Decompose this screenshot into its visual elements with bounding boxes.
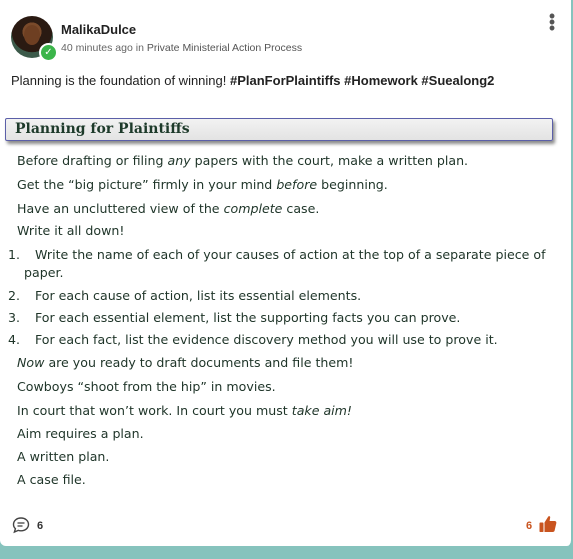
body-line: Get the “big picture” firmly in your min… [17, 177, 388, 192]
in-word: in [135, 42, 144, 54]
body-line: Aim requires a plan. [17, 426, 144, 441]
list-item: 4. For each fact, list the evidence disco… [8, 332, 498, 347]
body-line: A case file. [17, 472, 86, 487]
avatar-face [24, 25, 40, 45]
author-name[interactable]: MalikaDulce [61, 22, 136, 37]
list-item: 2. For each cause of action, list its ess… [8, 288, 362, 303]
comment-bubble-icon[interactable] [12, 516, 30, 534]
verified-check-icon: ✓ [39, 43, 58, 62]
body-line: In court that won’t work. In court you m… [17, 403, 352, 418]
comment-count: 6 [37, 520, 44, 532]
post-time[interactable]: 40 minutes ago [61, 42, 133, 54]
body-line: Write it all down! [17, 223, 125, 238]
post-meta: 40 minutes ago in Private Ministerial Ac… [61, 42, 302, 54]
list-item: 1. Write the name of each of your causes … [8, 247, 546, 262]
thumbs-up-icon[interactable] [538, 514, 558, 534]
article-heading-box: Planning for Plaintiffs [5, 118, 553, 141]
body-line: Have an uncluttered view of the complete… [17, 201, 320, 216]
list-item: 3. For each essential element, list the s… [8, 310, 461, 325]
article-heading: Planning for Plaintiffs [15, 121, 190, 137]
group-link[interactable]: Private Ministerial Action Process [147, 42, 302, 54]
body-line: A written plan. [17, 449, 110, 464]
post-hashtags[interactable]: #PlanForPlaintiffs #Homework #Suealong2 [230, 73, 494, 88]
post-card: ✓ MalikaDulce 40 minutes ago in Private … [0, 0, 573, 546]
list-item-continuation: paper. [24, 265, 64, 280]
body-line: Cowboys “shoot from the hip” in movies. [17, 379, 276, 394]
post-text-plain: Planning is the foundation of winning! [11, 73, 230, 88]
more-vertical-icon[interactable]: • • • [546, 7, 558, 37]
body-line: Before drafting or filing any papers wit… [17, 153, 469, 168]
post-text: Planning is the foundation of winning! #… [11, 73, 494, 88]
like-count: 6 [526, 520, 533, 532]
body-line: Now are you ready to draft documents and… [17, 355, 354, 370]
